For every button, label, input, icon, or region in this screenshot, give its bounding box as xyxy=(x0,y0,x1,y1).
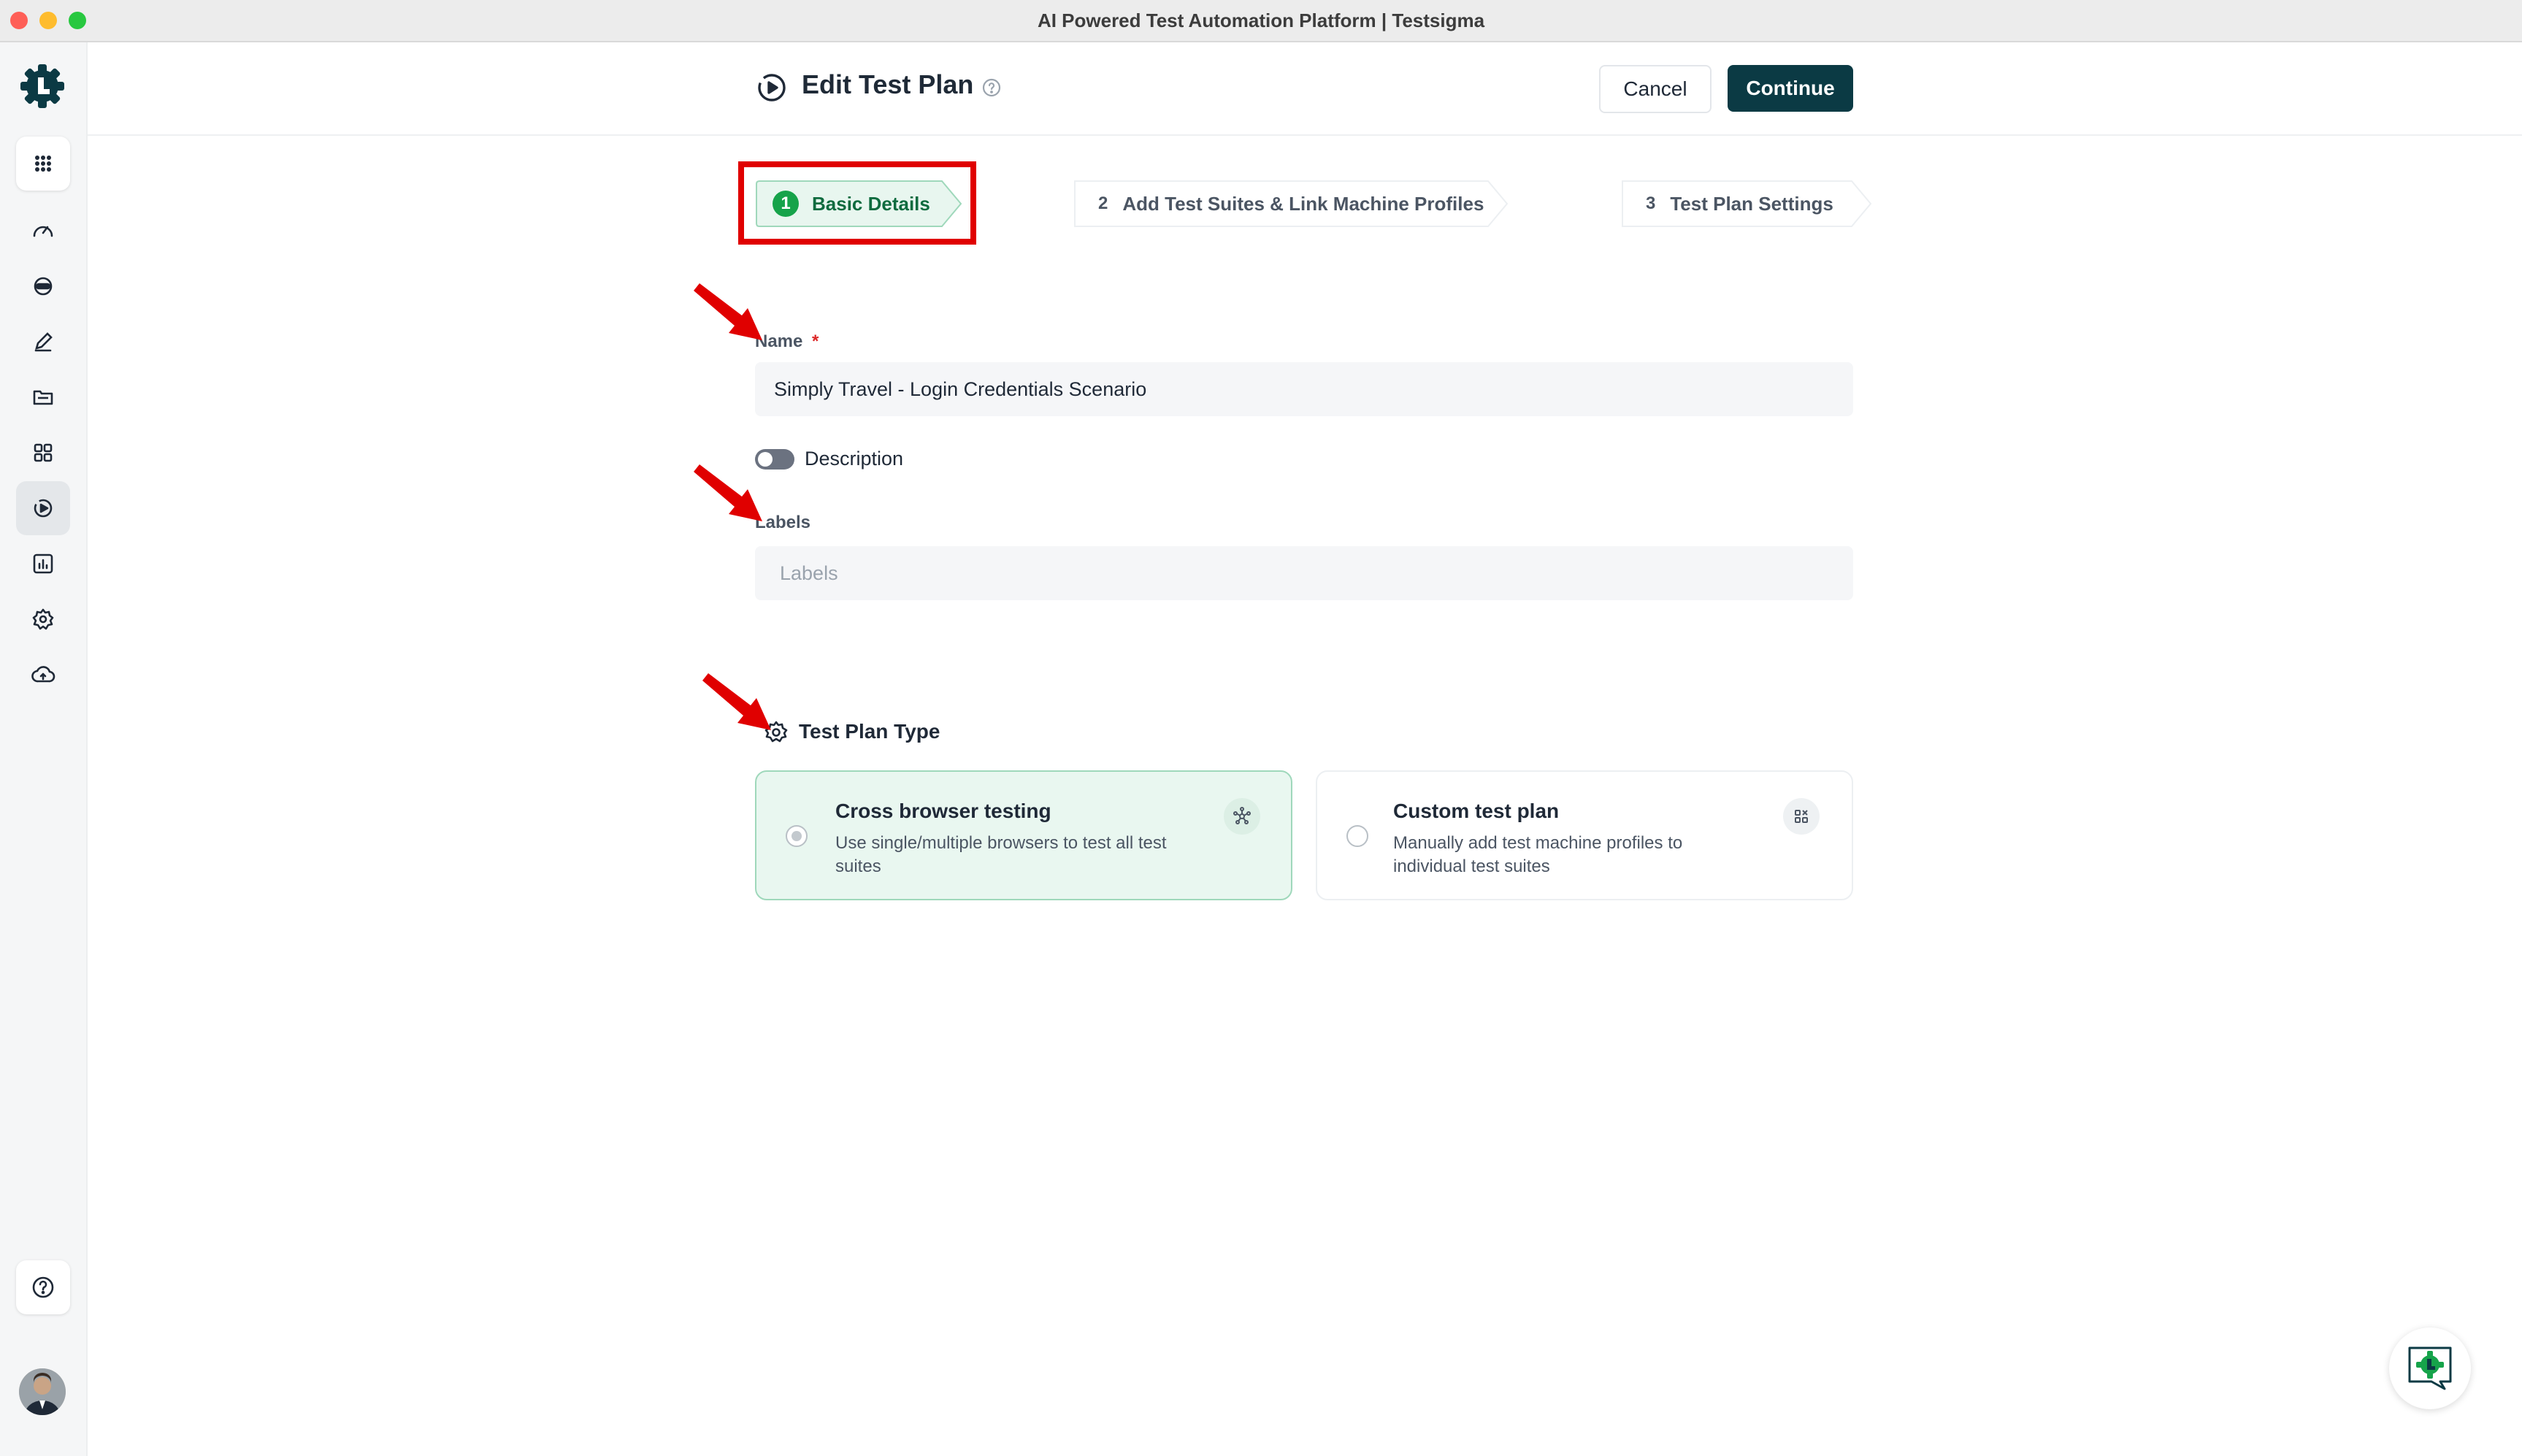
question-circle-icon xyxy=(32,1276,54,1298)
modules-icon xyxy=(34,443,53,462)
help-button[interactable] xyxy=(16,1260,70,1314)
custom-modules-icon xyxy=(1783,798,1820,835)
sidebar-item-test-authoring[interactable] xyxy=(16,315,70,369)
test-plan-icon xyxy=(755,71,789,104)
page-header xyxy=(88,42,2522,136)
cancel-button[interactable]: Cancel xyxy=(1599,65,1712,113)
cross-browser-radio[interactable] xyxy=(786,825,808,847)
step-label: Test Plan Settings xyxy=(1670,192,1833,215)
sidebar-item-ai-agents[interactable] xyxy=(16,259,70,313)
play-circle-icon xyxy=(34,499,53,518)
sidebar-item-cloud-agents[interactable] xyxy=(16,648,70,702)
pencil-icon xyxy=(34,332,53,352)
chat-support-button[interactable] xyxy=(2389,1327,2471,1409)
card-title: Custom test plan xyxy=(1393,800,1560,822)
sidebar-item-test-data[interactable] xyxy=(16,370,70,424)
continue-button[interactable]: Continue xyxy=(1728,65,1853,112)
custom-plan-radio[interactable] xyxy=(1346,825,1368,847)
folder-icon xyxy=(33,390,53,405)
bar-chart-icon xyxy=(33,553,53,574)
sidebar-item-reports[interactable] xyxy=(16,537,70,591)
step-number: 2 xyxy=(1098,194,1108,213)
test-plan-type-heading: Test Plan Type xyxy=(799,720,940,743)
window-title: AI Powered Test Automation Platform | Te… xyxy=(1037,9,1485,31)
annotation-arrow-labels xyxy=(694,464,762,521)
apps-grid-button[interactable] xyxy=(16,137,70,191)
page-title: Edit Test Plan xyxy=(802,69,974,99)
cloud-upload-icon xyxy=(31,666,55,683)
card-description: Manually add test machine profiles to in… xyxy=(1393,833,1683,876)
plan-type-card-custom[interactable]: Custom test plan Manually add test machi… xyxy=(1316,770,1853,900)
sidebar-item-add-ons[interactable] xyxy=(16,426,70,480)
labels-input[interactable]: Labels xyxy=(755,546,1853,600)
annotation-highlight-box xyxy=(738,161,976,245)
info-icon[interactable] xyxy=(981,77,1002,98)
annotation-arrow-plan-type xyxy=(702,673,771,730)
sidebar-item-settings[interactable] xyxy=(16,592,70,646)
step-label: Add Test Suites & Link Machine Profiles xyxy=(1122,192,1484,215)
name-input[interactable]: Simply Travel - Login Credentials Scenar… xyxy=(755,362,1853,416)
card-description: Use single/multiple browsers to test all… xyxy=(835,833,1167,876)
grid-dots-icon xyxy=(35,156,51,172)
user-avatar[interactable] xyxy=(19,1368,66,1415)
sidebar-item-test-plans[interactable] xyxy=(16,481,70,535)
robot-icon xyxy=(34,277,53,296)
card-title: Cross browser testing xyxy=(835,800,1051,822)
gear-icon xyxy=(32,608,54,630)
speedometer-icon xyxy=(33,226,53,237)
sidebar-item-dashboard[interactable] xyxy=(16,204,70,258)
required-marker: * xyxy=(812,332,819,351)
chat-bot-icon xyxy=(2408,1346,2452,1390)
annotation-arrow-name xyxy=(694,283,762,340)
description-toggle-label: Description xyxy=(805,448,904,470)
step-test-plan-settings[interactable]: 3 Test Plan Settings xyxy=(1646,181,1833,226)
step-number: 3 xyxy=(1646,194,1656,213)
plan-type-card-cross-browser[interactable]: Cross browser testing Use single/multipl… xyxy=(755,770,1292,900)
browsers-network-icon xyxy=(1224,798,1260,835)
step-add-test-suites[interactable]: 2 Add Test Suites & Link Machine Profile… xyxy=(1098,181,1484,226)
testsigma-logo[interactable] xyxy=(18,61,67,111)
